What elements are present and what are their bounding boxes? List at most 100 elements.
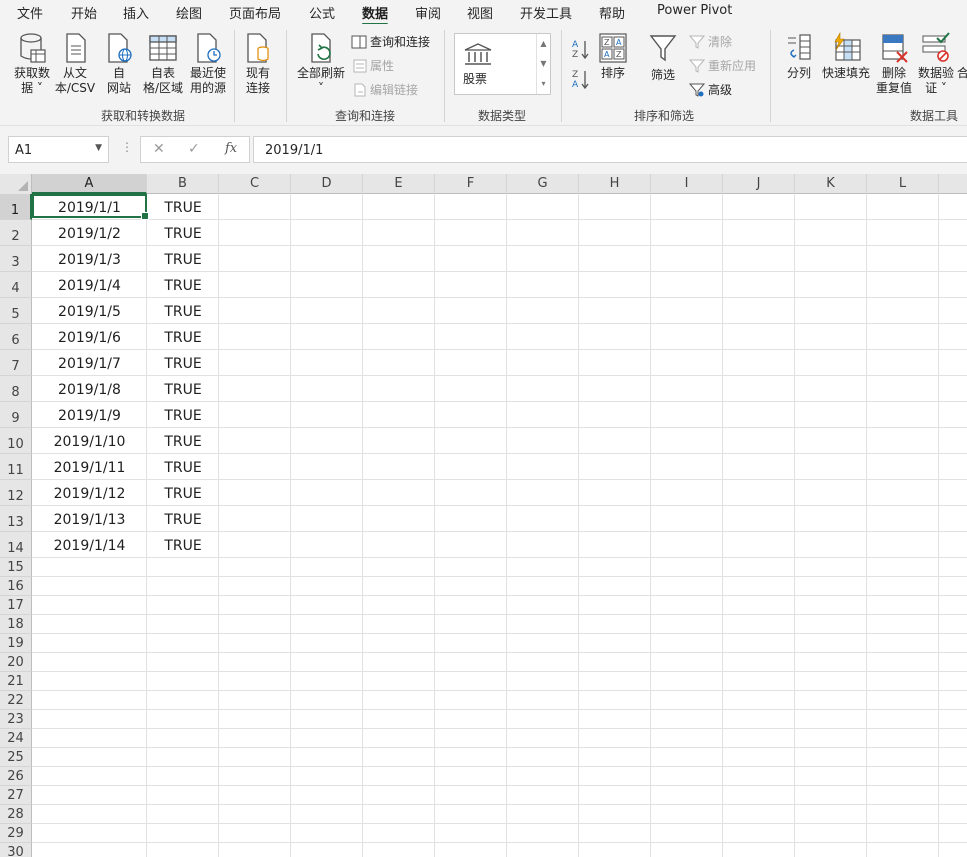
column-header-d[interactable]: D: [291, 174, 363, 194]
properties-button[interactable]: 属性: [353, 58, 394, 74]
cell-a13[interactable]: 2019/1/13: [32, 510, 147, 530]
cell-b5[interactable]: TRUE: [147, 302, 219, 322]
cell-b3[interactable]: TRUE: [147, 250, 219, 270]
data-type-gallery[interactable]: 股票 ▲ ▼ ▾: [454, 33, 551, 95]
select-all-button[interactable]: [0, 174, 32, 194]
row-header-13[interactable]: 13: [0, 506, 32, 532]
cell-b6[interactable]: TRUE: [147, 328, 219, 348]
column-header-f[interactable]: F: [435, 174, 507, 194]
row-header-23[interactable]: 23: [0, 710, 32, 729]
refresh-all-button[interactable]: 全部刷新 ˅: [296, 32, 346, 96]
formula-bar-splitter[interactable]: ⋮: [121, 140, 133, 154]
cell-a2[interactable]: 2019/1/2: [32, 224, 147, 244]
column-header-g[interactable]: G: [507, 174, 579, 194]
existing-connections-button[interactable]: 现有 连接: [242, 32, 274, 96]
cell-a10[interactable]: 2019/1/10: [32, 432, 147, 452]
row-header-20[interactable]: 20: [0, 653, 32, 672]
row-header-30[interactable]: 30: [0, 843, 32, 857]
column-header-j[interactable]: J: [723, 174, 795, 194]
row-header-4[interactable]: 4: [0, 272, 32, 298]
row-header-2[interactable]: 2: [0, 220, 32, 246]
remove-duplicates-button[interactable]: 删除 重复值: [875, 32, 913, 96]
column-header-k[interactable]: K: [795, 174, 867, 194]
row-header-5[interactable]: 5: [0, 298, 32, 324]
row-header-17[interactable]: 17: [0, 596, 32, 615]
cell-b1[interactable]: TRUE: [147, 198, 219, 218]
tab-formulas[interactable]: 公式: [309, 3, 335, 22]
cell-b11[interactable]: TRUE: [147, 458, 219, 478]
column-header-i[interactable]: I: [651, 174, 723, 194]
name-box[interactable]: A1 ▼: [8, 136, 109, 163]
queries-connections-button[interactable]: 查询和连接: [351, 34, 430, 50]
row-header-1[interactable]: 1: [0, 194, 32, 220]
column-header-h[interactable]: H: [579, 174, 651, 194]
tab-home[interactable]: 开始: [71, 3, 97, 22]
row-header-14[interactable]: 14: [0, 532, 32, 558]
cell-a4[interactable]: 2019/1/4: [32, 276, 147, 296]
cell-a1[interactable]: 2019/1/1: [32, 198, 147, 218]
text-to-columns-button[interactable]: 分列: [782, 32, 816, 81]
from-web-button[interactable]: 自 网站: [104, 32, 134, 96]
row-header-25[interactable]: 25: [0, 748, 32, 767]
flash-fill-button[interactable]: 快速填充: [820, 32, 872, 81]
row-header-8[interactable]: 8: [0, 376, 32, 402]
filter-button[interactable]: 筛选: [646, 32, 680, 83]
from-table-range-button[interactable]: 自表 格/区域: [141, 32, 185, 96]
row-header-10[interactable]: 10: [0, 428, 32, 454]
cell-b7[interactable]: TRUE: [147, 354, 219, 374]
recent-sources-button[interactable]: 最近使 用的源: [188, 32, 228, 96]
stocks-data-type[interactable]: 股票: [463, 70, 487, 87]
chevron-down-icon[interactable]: ▼: [95, 143, 102, 153]
row-header-16[interactable]: 16: [0, 577, 32, 596]
row-header-28[interactable]: 28: [0, 805, 32, 824]
tab-data[interactable]: 数据: [362, 3, 389, 26]
column-header-l[interactable]: L: [867, 174, 939, 194]
cell-a12[interactable]: 2019/1/12: [32, 484, 147, 504]
advanced-filter-button[interactable]: 高级: [689, 82, 732, 98]
tab-page-layout[interactable]: 页面布局: [229, 3, 281, 22]
sort-button[interactable]: ZA AZ 排序: [597, 32, 629, 81]
chevron-down-icon[interactable]: ▼: [537, 54, 550, 74]
tab-file[interactable]: 文件: [17, 3, 43, 22]
cell-b9[interactable]: TRUE: [147, 406, 219, 426]
insert-function-icon[interactable]: fx: [225, 141, 237, 156]
cancel-icon[interactable]: ✕: [153, 141, 165, 157]
row-header-7[interactable]: 7: [0, 350, 32, 376]
column-header-b[interactable]: B: [147, 174, 219, 194]
tab-help[interactable]: 帮助: [599, 3, 625, 22]
gallery-scrollbar[interactable]: ▲ ▼ ▾: [536, 34, 550, 94]
cell-b13[interactable]: TRUE: [147, 510, 219, 530]
tab-power-pivot[interactable]: Power Pivot: [657, 3, 732, 18]
get-data-button[interactable]: 获取数 据 ˅: [12, 32, 52, 96]
cell-a3[interactable]: 2019/1/3: [32, 250, 147, 270]
enter-icon[interactable]: ✓: [188, 141, 200, 157]
cell-a8[interactable]: 2019/1/8: [32, 380, 147, 400]
cell-b12[interactable]: TRUE: [147, 484, 219, 504]
row-header-3[interactable]: 3: [0, 246, 32, 272]
row-header-18[interactable]: 18: [0, 615, 32, 634]
row-header-27[interactable]: 27: [0, 786, 32, 805]
sort-ascending-button[interactable]: AZ: [570, 38, 592, 64]
row-header-24[interactable]: 24: [0, 729, 32, 748]
row-header-12[interactable]: 12: [0, 480, 32, 506]
clear-filter-button[interactable]: 清除: [689, 34, 732, 50]
cell-a14[interactable]: 2019/1/14: [32, 536, 147, 556]
row-header-19[interactable]: 19: [0, 634, 32, 653]
column-header-a[interactable]: A: [32, 174, 147, 194]
reapply-button[interactable]: 重新应用: [689, 58, 756, 74]
cell-a9[interactable]: 2019/1/9: [32, 406, 147, 426]
cell-b4[interactable]: TRUE: [147, 276, 219, 296]
cell-b14[interactable]: TRUE: [147, 536, 219, 556]
tab-insert[interactable]: 插入: [123, 3, 149, 22]
row-header-6[interactable]: 6: [0, 324, 32, 350]
cell-a11[interactable]: 2019/1/11: [32, 458, 147, 478]
row-header-9[interactable]: 9: [0, 402, 32, 428]
row-header-11[interactable]: 11: [0, 454, 32, 480]
column-header-e[interactable]: E: [363, 174, 435, 194]
cell-a7[interactable]: 2019/1/7: [32, 354, 147, 374]
row-header-29[interactable]: 29: [0, 824, 32, 843]
formula-input[interactable]: 2019/1/1: [253, 136, 967, 163]
from-text-csv-button[interactable]: 从文 本/CSV: [54, 32, 96, 96]
consolidate-button[interactable]: 合: [957, 66, 967, 81]
tab-review[interactable]: 审阅: [415, 3, 441, 22]
